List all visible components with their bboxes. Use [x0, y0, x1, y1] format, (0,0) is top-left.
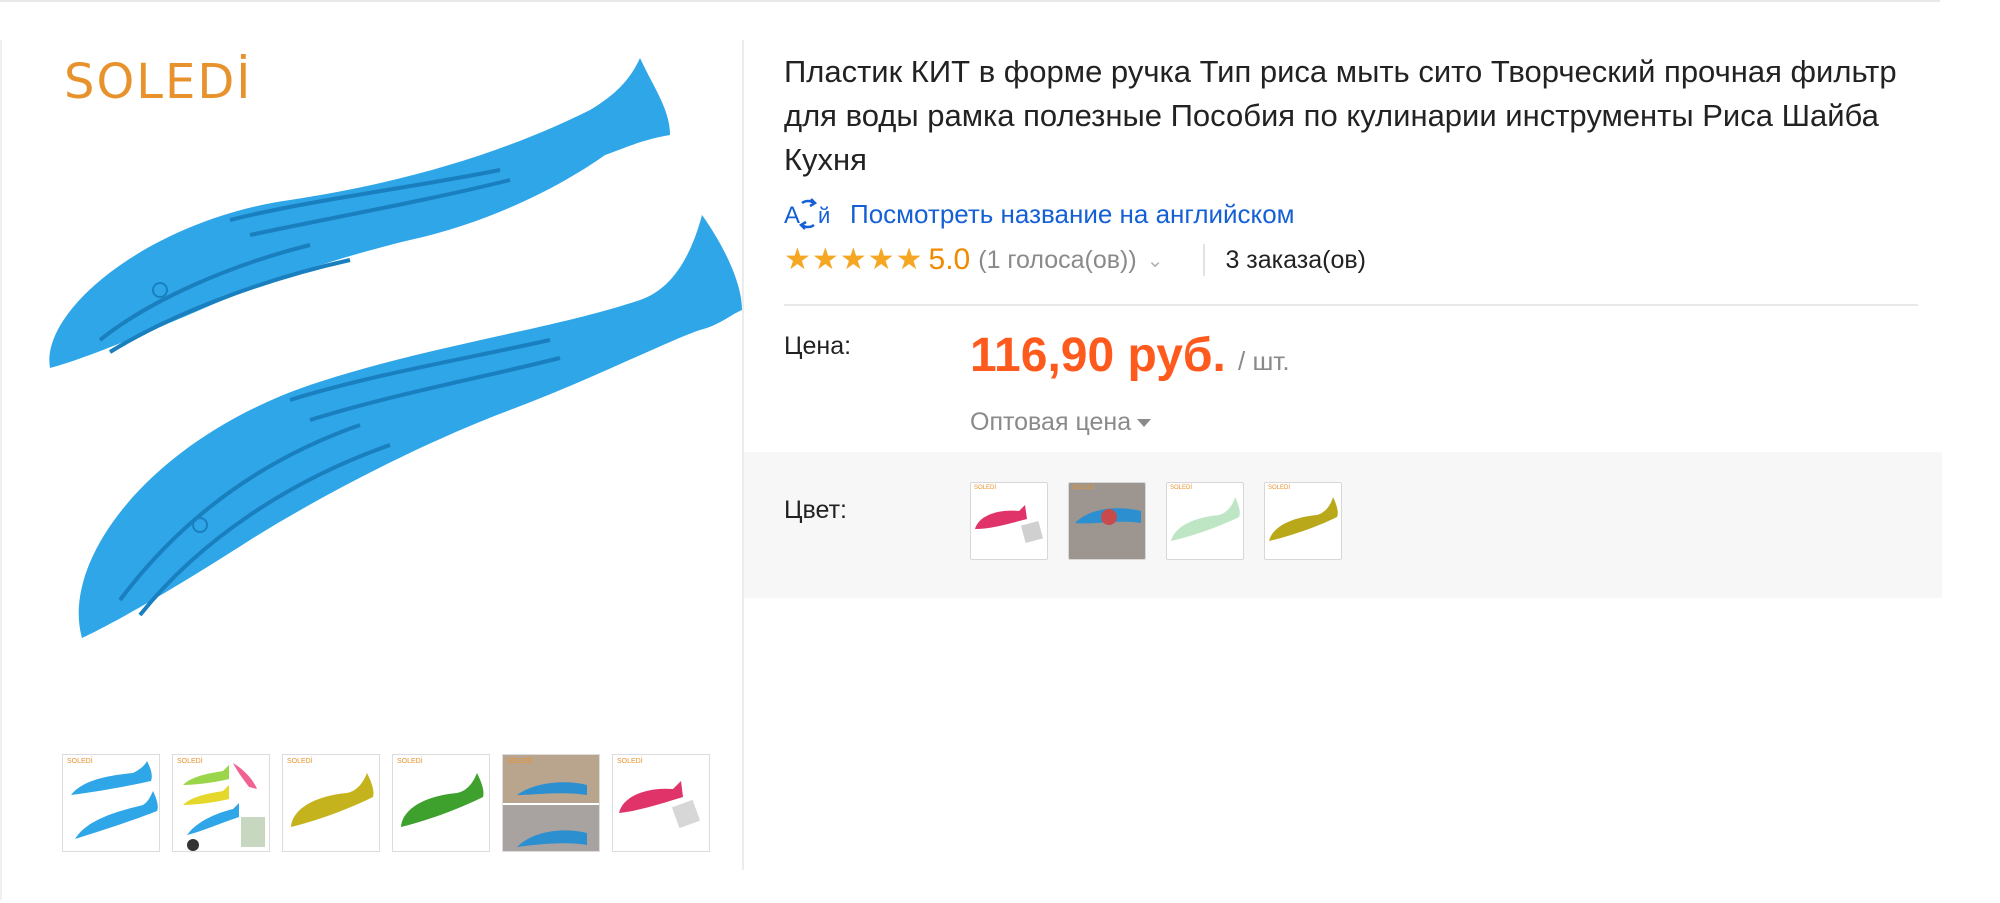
thumb-logo: SOLEDİ — [177, 758, 203, 765]
view-english-title-link[interactable]: Посмотреть название на английском — [850, 199, 1295, 230]
translate-icon[interactable]: A й — [784, 195, 836, 233]
price-section: Цена: 116,90 руб. / шт. Оптовая цена — [784, 306, 1924, 446]
star-icon: ★ — [839, 243, 867, 276]
thumb-image — [619, 781, 701, 829]
orders-count: 3 заказа(ов) — [1225, 245, 1366, 274]
swatch-logo: SOLEDİ — [1268, 485, 1291, 491]
price-label: Цена: — [784, 332, 852, 360]
votes-count[interactable]: (1 голоса(ов)) — [978, 246, 1136, 275]
star-icon: ★ — [895, 243, 923, 276]
caret-down-icon — [1137, 419, 1152, 428]
thumb-green-whale[interactable]: SOLEDİ — [392, 754, 490, 852]
product-title: Пластик КИТ в форме ручка Тип риса мыть … — [784, 54, 1897, 177]
wholesale-price-toggle[interactable]: Оптовая цена — [970, 408, 1152, 437]
thumb-logo: SOLEDİ — [507, 758, 533, 765]
rating-row: ★ ★ ★ ★ ★ 5.0 (1 голоса(ов)) ⌄ 3 заказа(… — [784, 240, 1924, 280]
product-gallery: SOLEDİ SOLEDİ SOLEDİ SOLEDİ SOLEDİ SOLED… — [30, 40, 742, 870]
swatch-logo: SOLEDİ — [974, 485, 997, 491]
swatch-olive[interactable]: SOLEDİ — [1264, 482, 1342, 560]
thumb-image — [291, 773, 374, 827]
thumb-image — [503, 755, 599, 851]
thumb-logo: SOLEDİ — [617, 758, 643, 765]
thumb-blue-whales[interactable]: SOLEDİ — [62, 754, 160, 852]
star-icon: ★ — [784, 243, 811, 276]
swatch-image — [1171, 497, 1240, 541]
thumb-pink-whale[interactable]: SOLEDİ — [612, 754, 710, 852]
translate-row: A й Посмотреть название на английском — [784, 194, 1924, 234]
left-border — [0, 40, 2, 900]
chevron-down-icon[interactable]: ⌄ — [1147, 248, 1164, 273]
swatch-image — [1069, 483, 1145, 559]
rating-value: 5.0 — [928, 243, 971, 276]
thumb-logo: SOLEDİ — [287, 758, 313, 765]
swatch-logo: SOLEDİ — [1170, 485, 1193, 491]
swatch-logo: SOLEDİ — [1072, 485, 1095, 491]
thumb-logo: SOLEDİ — [67, 758, 93, 765]
main-product-image[interactable] — [30, 40, 742, 680]
wholesale-label: Оптовая цена — [970, 408, 1132, 436]
rating-stars: ★ ★ ★ ★ ★ — [784, 245, 923, 275]
star-icon: ★ — [867, 243, 895, 276]
svg-text:A: A — [784, 202, 800, 229]
thumb-color-collage[interactable]: SOLEDİ — [172, 754, 270, 852]
rating-separator — [1203, 244, 1206, 276]
top-border — [0, 0, 1940, 2]
thumb-image — [71, 761, 158, 839]
swatch-light-green[interactable]: SOLEDİ — [1166, 482, 1244, 560]
swatch-image — [975, 505, 1044, 544]
star-icon: ★ — [811, 243, 839, 276]
thumbnail-strip: SOLEDİ SOLEDİ SOLEDİ SOLEDİ SOLEDİ SOLED… — [62, 754, 710, 852]
thumb-logo: SOLEDİ — [397, 758, 423, 765]
brand-logo: SOLEDİ — [64, 54, 253, 110]
svg-text:й: й — [818, 203, 830, 228]
color-section: Цвет: SOLEDİ SOLEDİ SOLEDİ SOLEDİ — [744, 452, 1942, 598]
swatch-pink[interactable]: SOLEDİ — [970, 482, 1048, 560]
color-label: Цвет: — [784, 496, 847, 524]
color-swatches: SOLEDİ SOLEDİ SOLEDİ SOLEDİ — [970, 482, 1342, 560]
price-unit: / шт. — [1238, 346, 1290, 376]
thumb-yellow-whale[interactable]: SOLEDİ — [282, 754, 380, 852]
product-details: Пластик КИТ в форме ручка Тип риса мыть … — [784, 50, 1924, 446]
swatch-image — [1269, 497, 1338, 541]
thumb-image — [183, 763, 265, 851]
swatch-photo[interactable]: SOLEDİ — [1068, 482, 1146, 560]
thumb-image — [401, 773, 484, 827]
price-value: 116,90 руб. — [970, 329, 1226, 382]
thumb-in-use-photo[interactable]: SOLEDİ — [502, 754, 600, 852]
